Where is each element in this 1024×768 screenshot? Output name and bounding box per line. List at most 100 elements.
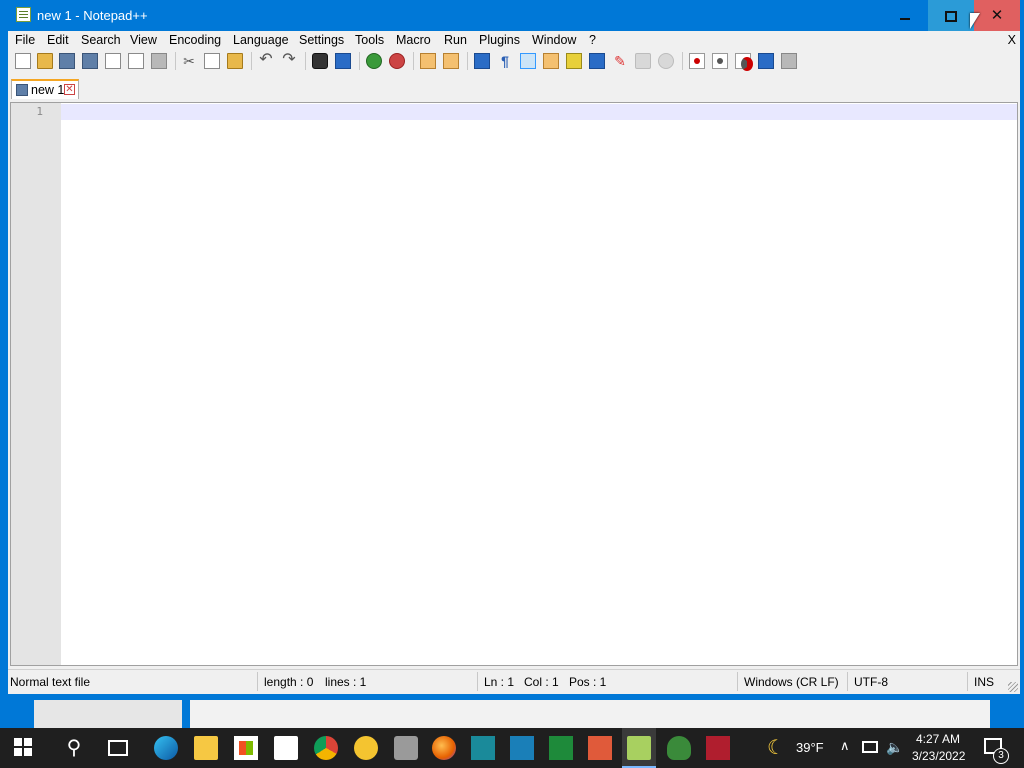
menu-language[interactable]: Language (233, 33, 289, 47)
chromium-icon[interactable] (354, 736, 378, 760)
status-divider (847, 672, 848, 691)
edge-icon[interactable] (154, 736, 178, 760)
show-all-characters-icon[interactable]: ¶ (497, 53, 513, 69)
moon-weather-icon[interactable]: ☾ (764, 736, 788, 760)
chart-icon[interactable] (549, 736, 573, 760)
gecko-icon[interactable] (667, 736, 691, 760)
user-language-icon[interactable] (543, 53, 559, 69)
record-macro-icon[interactable] (689, 53, 705, 69)
saved-state-icon (16, 84, 28, 96)
task-view-icon[interactable] (108, 740, 128, 756)
new-file-icon[interactable] (15, 53, 31, 69)
save-macro-icon[interactable] (781, 53, 797, 69)
paste-icon[interactable] (227, 53, 243, 69)
eol-status[interactable]: Windows (CR LF) (744, 675, 839, 689)
status-divider (967, 672, 968, 691)
firefox-icon[interactable] (432, 736, 456, 760)
menu-macro[interactable]: Macro (396, 33, 431, 47)
undo-icon[interactable]: ↶ (258, 52, 274, 69)
document-map-icon[interactable] (566, 53, 582, 69)
zoom-in-icon[interactable] (366, 53, 382, 69)
maximize-button[interactable] (928, 0, 974, 31)
minimize-icon (900, 18, 910, 21)
clock-time[interactable]: 4:27 AM (916, 732, 960, 746)
chevron-up-icon[interactable]: ∧ (840, 738, 850, 754)
title-bar[interactable]: new 1 - Notepad++ ✕ (0, 0, 1024, 31)
volume-muted-icon[interactable]: 🔈 (886, 739, 903, 756)
length-status: length : 0 (264, 675, 314, 689)
text-editor[interactable]: 1 (10, 102, 1018, 666)
function-list-icon[interactable] (589, 53, 605, 69)
search-icon[interactable]: ⚲ (62, 736, 86, 760)
menu-window[interactable]: Window (532, 33, 576, 47)
chrome-icon[interactable] (314, 736, 338, 760)
file-explorer-icon[interactable] (194, 736, 218, 760)
menu-run[interactable]: Run (444, 33, 467, 47)
tab-new-1[interactable]: new 1 ✕ (11, 79, 79, 99)
sync-vertical-icon[interactable] (420, 53, 436, 69)
network-icon[interactable] (862, 741, 878, 753)
toolbar-separator (251, 52, 252, 70)
folder-as-workspace-icon[interactable]: ✎ (612, 53, 628, 69)
menu-view[interactable]: View (130, 33, 157, 47)
line-number-gutter: 1 (11, 103, 61, 665)
tab-close-icon[interactable]: ✕ (64, 84, 75, 95)
menu-help[interactable]: ? (589, 33, 596, 47)
close-file-icon[interactable] (105, 53, 121, 69)
tab-bar: new 1 ✕ (8, 77, 1020, 101)
toolbar-separator (305, 52, 306, 70)
notepad-icon (16, 7, 31, 22)
save-icon[interactable] (59, 53, 75, 69)
print-icon[interactable] (151, 53, 167, 69)
menu-plugins[interactable]: Plugins (479, 33, 520, 47)
desktop-background (0, 700, 1024, 728)
notepad-plus-plus-icon[interactable] (622, 728, 656, 768)
close-document-button[interactable]: X (1008, 33, 1016, 47)
zoom-out-icon[interactable] (389, 53, 405, 69)
document-list-icon[interactable] (658, 53, 674, 69)
windows-start-icon[interactable] (14, 738, 32, 756)
close-all-icon[interactable] (128, 53, 144, 69)
playback-macro-icon[interactable] (735, 53, 753, 71)
mouse-cursor-icon (970, 13, 980, 29)
word-wrap-icon[interactable] (474, 53, 490, 69)
open-file-icon[interactable] (37, 53, 53, 69)
gimp-icon[interactable] (394, 736, 418, 760)
save-all-icon[interactable] (82, 53, 98, 69)
fork-icon[interactable] (471, 736, 495, 760)
briefcase-icon[interactable] (510, 736, 534, 760)
menu-tools[interactable]: Tools (355, 33, 384, 47)
monitoring-icon[interactable] (635, 53, 651, 69)
find-icon[interactable] (312, 53, 328, 69)
resize-grip[interactable] (1008, 682, 1018, 692)
sync-horizontal-icon[interactable] (443, 53, 459, 69)
menu-settings[interactable]: Settings (299, 33, 344, 47)
line-status: Ln : 1 (484, 675, 515, 689)
health-icon[interactable] (588, 736, 612, 760)
replace-icon[interactable] (335, 53, 351, 69)
close-button[interactable]: ✕ (974, 0, 1020, 31)
app-client-area: File Edit Search View Encoding Language … (8, 31, 1020, 694)
menu-edit[interactable]: Edit (47, 33, 69, 47)
status-divider (477, 672, 478, 691)
reader-icon[interactable] (706, 736, 730, 760)
insert-mode-status: INS (974, 675, 995, 689)
redo-icon[interactable]: ↷ (281, 52, 297, 69)
copy-icon[interactable] (204, 53, 220, 69)
menu-search[interactable]: Search (81, 33, 121, 47)
menu-file[interactable]: File (15, 33, 35, 47)
clock-date[interactable]: 3/23/2022 (912, 749, 965, 763)
menu-encoding[interactable]: Encoding (169, 33, 221, 47)
run-macro-multiple-icon[interactable] (758, 53, 774, 69)
mail-icon[interactable] (274, 736, 298, 760)
minimize-button[interactable] (882, 0, 928, 31)
weather-temperature[interactable]: 39°F (796, 740, 824, 755)
stop-recording-icon[interactable] (712, 53, 728, 69)
indent-guide-icon[interactable] (520, 53, 536, 69)
position-status: Pos : 1 (569, 675, 607, 689)
status-bar: Normal text file length : 0 lines : 1 Ln… (8, 669, 1020, 694)
encoding-status[interactable]: UTF-8 (854, 675, 888, 689)
store-icon[interactable] (234, 736, 258, 760)
notification-count-badge: 3 (993, 748, 1009, 764)
cut-icon[interactable]: ✂ (181, 53, 197, 69)
